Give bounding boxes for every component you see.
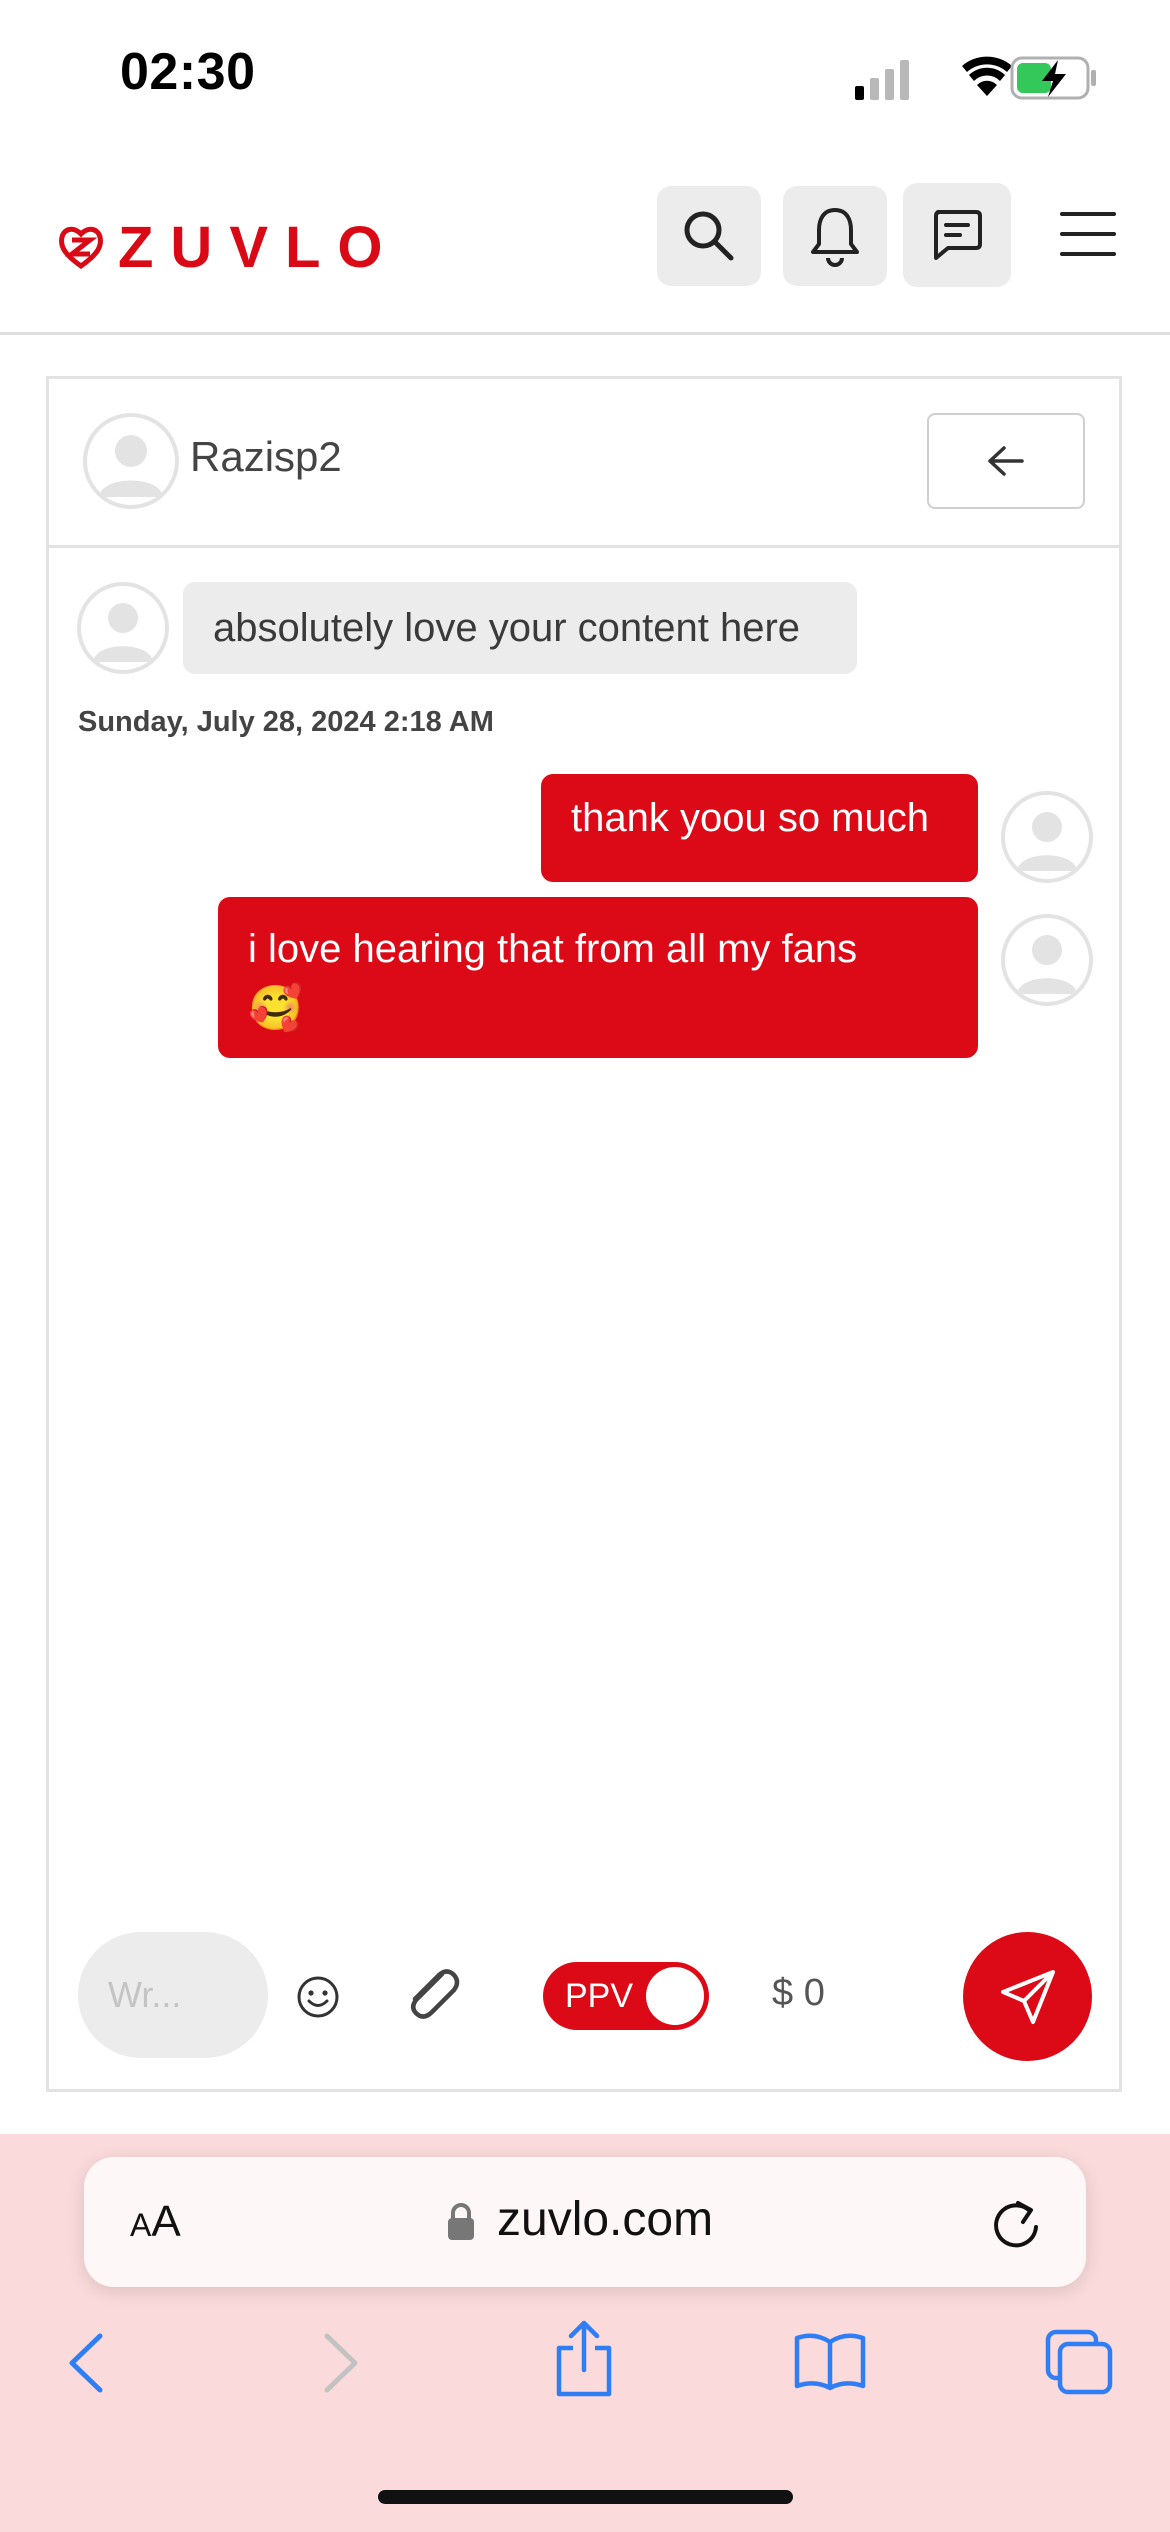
messages-button[interactable] xyxy=(903,183,1011,287)
text-size-small: A xyxy=(130,2207,152,2243)
book-icon xyxy=(794,2333,866,2391)
message-emoji: 🥰 xyxy=(248,984,303,1033)
text-size-large: A xyxy=(151,2197,181,2246)
outgoing-message: i love hearing that from all my fans 🥰 xyxy=(218,897,978,1058)
own-avatar xyxy=(1001,914,1093,1006)
brand-name: ZUVLO xyxy=(118,214,400,280)
sender-avatar xyxy=(77,582,169,674)
search-icon xyxy=(684,211,734,261)
menu-icon xyxy=(1060,212,1116,256)
lock-icon xyxy=(446,2202,476,2242)
chevron-right-icon xyxy=(324,2333,358,2393)
arrow-left-icon xyxy=(988,446,1024,476)
brand-logo[interactable]: ZUVLO xyxy=(58,212,400,282)
header-divider xyxy=(0,332,1170,335)
contact-avatar[interactable] xyxy=(83,413,179,509)
browser-back-button[interactable] xyxy=(62,2330,112,2396)
toggle-knob xyxy=(646,1967,704,2025)
status-indicators xyxy=(850,52,1100,104)
tabs-icon xyxy=(1045,2329,1113,2395)
status-time: 02:30 xyxy=(120,43,256,101)
contact-name[interactable]: Razisp2 xyxy=(190,433,342,481)
notifications-button[interactable] xyxy=(783,186,887,286)
share-icon xyxy=(556,2320,612,2397)
bell-icon xyxy=(811,208,859,267)
chevron-left-icon xyxy=(69,2333,103,2393)
message-text: absolutely love your content here xyxy=(213,605,801,650)
ppv-toggle[interactable]: PPV xyxy=(543,1962,709,2030)
wifi-icon xyxy=(962,56,1012,96)
send-button[interactable] xyxy=(963,1932,1092,2061)
message-text: thank yoou so much xyxy=(571,796,929,840)
price-value[interactable]: $ 0 xyxy=(772,1972,825,2015)
menu-button[interactable] xyxy=(1060,206,1116,262)
bookmarks-button[interactable] xyxy=(793,2330,867,2392)
paperclip-icon xyxy=(411,1969,460,2019)
emoji-button[interactable] xyxy=(293,1972,343,2022)
heart-logo-icon xyxy=(59,226,103,270)
battery-icon xyxy=(1010,56,1096,100)
smiley-icon xyxy=(297,1976,339,2018)
text-size-button[interactable]: AA xyxy=(130,2197,181,2247)
user-icon xyxy=(93,603,153,662)
share-button[interactable] xyxy=(551,2318,617,2398)
url-text[interactable]: zuvlo.com xyxy=(497,2192,713,2247)
own-avatar xyxy=(1001,791,1093,883)
outgoing-message: thank yoou so much xyxy=(541,774,978,882)
ppv-label: PPV xyxy=(565,1976,634,2015)
home-indicator xyxy=(378,2490,793,2504)
attach-button[interactable] xyxy=(398,1960,464,2026)
back-button[interactable] xyxy=(927,413,1085,509)
user-icon xyxy=(1017,812,1077,871)
user-icon xyxy=(99,435,163,497)
incoming-message: absolutely love your content here xyxy=(183,582,857,674)
reload-button[interactable] xyxy=(990,2195,1044,2251)
tabs-button[interactable] xyxy=(1044,2328,1114,2396)
message-icon xyxy=(934,210,982,260)
message-input[interactable] xyxy=(78,1932,268,2058)
send-icon xyxy=(1000,1969,1055,2024)
search-button[interactable] xyxy=(657,186,761,286)
user-icon xyxy=(1017,935,1077,994)
cellular-signal-icon xyxy=(855,60,909,100)
reload-icon xyxy=(994,2201,1038,2248)
message-text: i love hearing that from all my fans xyxy=(248,927,858,971)
message-timestamp: Sunday, July 28, 2024 2:18 AM xyxy=(78,706,494,738)
chat-header-divider xyxy=(49,545,1119,548)
browser-forward-button[interactable] xyxy=(315,2330,365,2396)
